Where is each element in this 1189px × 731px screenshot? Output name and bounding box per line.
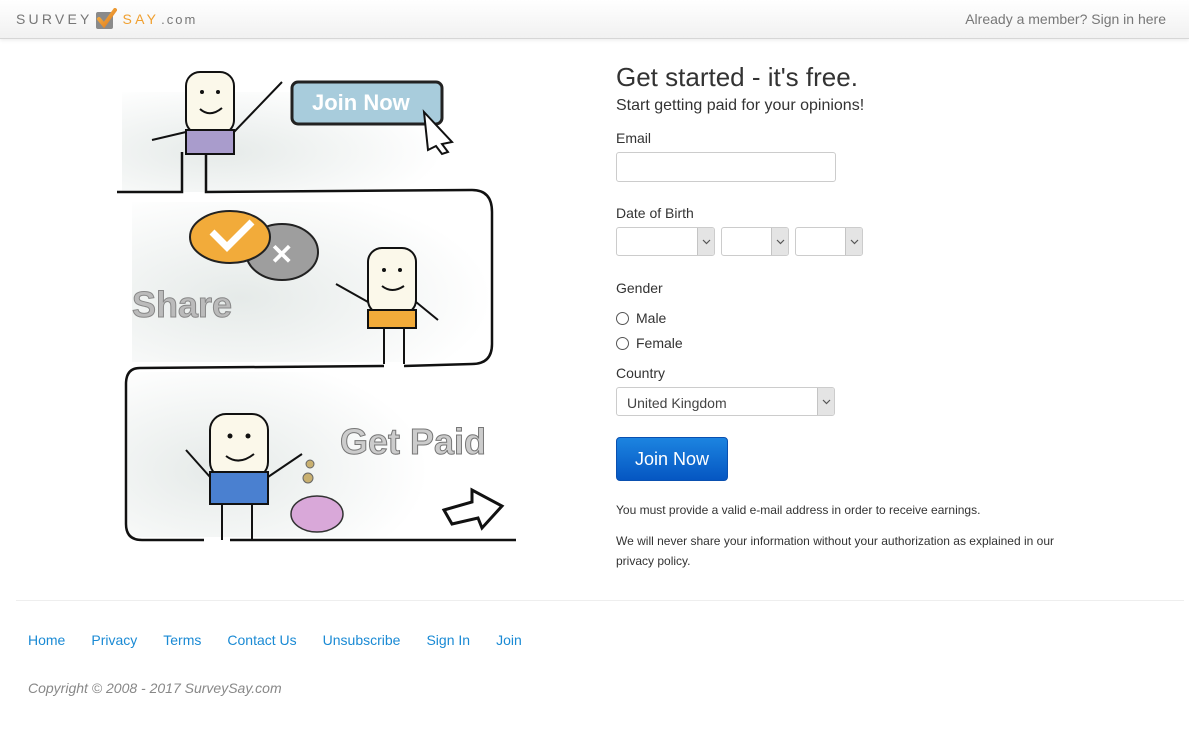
dob-year-select[interactable] <box>795 227 863 256</box>
footer-link-unsubscribe[interactable]: Unsubscribe <box>323 632 401 648</box>
privacy-notice: We will never share your information wit… <box>616 534 1055 568</box>
chevron-down-icon <box>845 228 862 255</box>
how-it-works-illustration: Join Now ✕ Share Get Paid <box>117 71 516 542</box>
email-label: Email <box>616 130 652 146</box>
arrow-icon <box>441 487 505 531</box>
page-title: Get started - it's free. <box>616 62 858 92</box>
footer-divider <box>16 600 1184 601</box>
copyright: Copyright © 2008 - 2017 SurveySay.com <box>28 680 282 696</box>
gender-male-label: Male <box>636 310 667 326</box>
sign-in-link[interactable]: Already a member? Sign in here <box>965 11 1166 27</box>
radio-button[interactable] <box>616 311 629 325</box>
checkbox-logo-icon <box>95 8 117 29</box>
get-paid-label: Get Paid <box>340 421 486 462</box>
dob-day-select[interactable] <box>616 227 715 256</box>
logo[interactable]: SURVEY SAY .com <box>16 8 197 30</box>
dob-label: Date of Birth <box>616 205 694 221</box>
svg-text:✕: ✕ <box>270 239 293 270</box>
country-select[interactable]: United Kingdom <box>616 387 835 416</box>
signup-form: Get started - it's free. Start getting p… <box>616 60 1086 568</box>
gender-label: Gender <box>616 280 663 296</box>
dob-selects <box>616 227 863 256</box>
footer-link-sign-in[interactable]: Sign In <box>426 632 470 648</box>
top-bar: SURVEY SAY .com Already a member? Sign i… <box>0 0 1189 39</box>
footer-link-contact[interactable]: Contact Us <box>227 632 296 648</box>
share-label: Share <box>132 284 232 325</box>
email-field[interactable] <box>616 152 836 182</box>
join-now-button[interactable]: Join Now <box>616 437 728 481</box>
gender-female-radio[interactable]: Female <box>616 335 683 351</box>
footer-link-join[interactable]: Join <box>496 632 522 648</box>
chevron-down-icon <box>817 388 834 415</box>
logo-text-survey: SURVEY <box>16 11 93 27</box>
page-subtitle: Start getting paid for your opinions! <box>616 97 865 114</box>
footer-nav: Home Privacy Terms Contact Us Unsubscrib… <box>28 632 548 648</box>
gender-female-label: Female <box>636 335 683 351</box>
chevron-down-icon <box>697 228 714 255</box>
country-label: Country <box>616 365 666 381</box>
radio-button[interactable] <box>616 336 629 350</box>
footer-link-privacy[interactable]: Privacy <box>91 632 137 648</box>
dob-month-select[interactable] <box>721 227 789 256</box>
footer-link-terms[interactable]: Terms <box>163 632 201 648</box>
logo-text-say: SAY <box>122 11 160 27</box>
country-selected-value: United Kingdom <box>627 395 727 411</box>
gender-male-radio[interactable]: Male <box>616 310 666 326</box>
logo-text-dotcom: .com <box>161 11 198 27</box>
svg-text:Join Now: Join Now <box>312 90 411 115</box>
footer-link-home[interactable]: Home <box>28 632 65 648</box>
email-notice: You must provide a valid e-mail address … <box>616 503 981 517</box>
chevron-down-icon <box>771 228 788 255</box>
